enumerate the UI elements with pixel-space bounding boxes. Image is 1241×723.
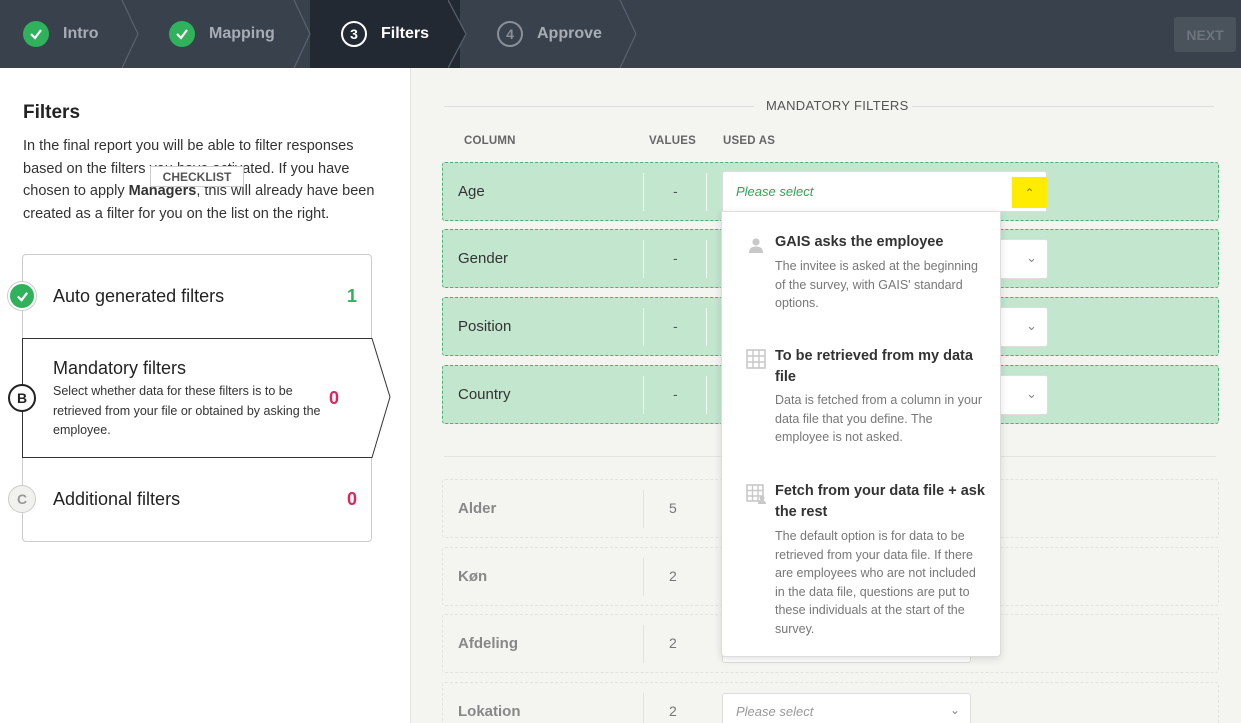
checklist-item-count: 0 [328,388,339,408]
age-used-as-select[interactable]: Please select ⌃ [722,171,1047,212]
section-title: MANDATORY FILTERS [766,98,909,113]
option-title: GAIS asks the employee [775,234,944,250]
divider [643,558,644,596]
step-intro[interactable]: Intro [23,0,99,68]
checklist-item-subtitle: Select whether data for these filters is… [53,384,321,437]
select-placeholder: Please select [736,704,814,719]
file-column-values: 2 [669,568,677,584]
checklist-item-auto[interactable]: Auto generated filters 1 [8,255,372,338]
divider [706,173,707,211]
step-letter-badge: B [8,384,36,412]
filter-values: - [673,386,678,402]
chevron-down-icon: ⌄ [1026,386,1037,401]
divider [643,490,644,528]
divider [643,308,644,346]
check-icon [8,282,36,310]
divider [912,106,1214,107]
step-label: Intro [63,25,99,42]
option-gais-asks[interactable]: GAIS asks the employee The invitee is as… [722,232,1002,332]
step-label: Mapping [209,25,275,42]
used-as-dropdown-menu: GAIS asks the employee The invitee is as… [721,211,1001,657]
option-retrieve-file[interactable]: To be retrieved from my data file Data i… [722,346,1002,456]
divider [706,376,707,414]
chevron-separator-icon [293,0,311,68]
filter-name: Gender [458,250,509,267]
step-approve[interactable]: 4 Approve [497,0,602,68]
option-description: The default option is for data to be ret… [775,529,976,636]
chevron-separator-icon [121,0,139,68]
option-description: The invitee is asked at the beginning of… [775,259,978,310]
filter-name: Age [458,183,485,200]
checklist-item-title: Mandatory filters [53,358,187,378]
chevron-separator-icon [619,0,637,68]
filter-name: Position [458,318,512,335]
select-placeholder: Please select [736,184,814,199]
panel-title: Filters [23,102,81,123]
person-icon [749,238,763,253]
file-column-values: 5 [669,500,677,516]
divider [643,693,644,723]
step-label: Filters [381,25,430,42]
column-header-column: COLUMN [464,135,516,147]
step-filters[interactable]: 3 Filters [341,0,429,68]
checklist-item-title: Auto generated filters [53,286,225,306]
filter-values: - [673,183,678,199]
grid-icon [746,349,766,369]
column-header-values: VALUES [649,135,696,147]
step-number: 4 [497,21,523,47]
step-number: 3 [341,21,367,47]
chevron-up-icon[interactable]: ⌃ [1012,177,1047,208]
used-as-select[interactable]: Please select ⌄ [722,693,971,723]
file-column-name: Køn [458,568,488,585]
divider [643,376,644,414]
checklist-item-mandatory[interactable]: B Mandatory filters Select whether data … [8,338,372,458]
checklist-item-count: 0 [346,489,357,509]
file-column-row-lokation[interactable]: Lokation 2 Please select ⌄ [442,682,1219,723]
section-header: MANDATORY FILTERS [444,98,1214,114]
step-letter-badge: C [8,485,36,513]
filter-values: - [673,318,678,334]
chevron-down-icon: ⌄ [1026,318,1037,333]
wizard-stepper: Intro Mapping 3 Filters 4 Approve NEXT [0,0,1241,68]
file-column-name: Afdeling [458,635,518,652]
file-column-values: 2 [669,635,677,651]
next-button[interactable]: NEXT [1174,17,1236,52]
filter-name: Country [458,386,511,403]
grid-person-icon [746,484,766,504]
option-file-plus-ask[interactable]: Fetch from your data file + ask the rest… [722,481,1002,641]
divider [706,240,707,278]
file-column-name: Alder [458,500,497,517]
divider [643,625,644,663]
filter-values: - [673,250,678,266]
divider [643,173,644,211]
chevron-down-icon: ⌄ [949,703,960,717]
checklist-label: CHECKLIST [150,166,244,187]
divider [643,240,644,278]
option-description: Data is fetched from a column in your da… [775,393,983,444]
option-title: To be retrieved from my data file [775,348,973,385]
file-column-name: Lokation [458,703,521,720]
divider [444,106,754,107]
file-column-values: 2 [669,703,677,719]
checklist-item-count: 1 [346,286,357,306]
divider [706,308,707,346]
step-label: Approve [537,25,602,42]
check-icon [23,21,49,47]
chevron-separator-icon [448,0,467,68]
step-mapping[interactable]: Mapping [169,0,275,68]
checklist-item-additional[interactable]: C Additional filters 0 [8,458,372,541]
option-title: Fetch from your data file + ask the rest [775,483,985,520]
checklist-item-title: Additional filters [53,489,181,509]
chevron-down-icon: ⌄ [1026,250,1037,265]
check-icon [169,21,195,47]
column-header-used-as: USED AS [723,135,776,147]
